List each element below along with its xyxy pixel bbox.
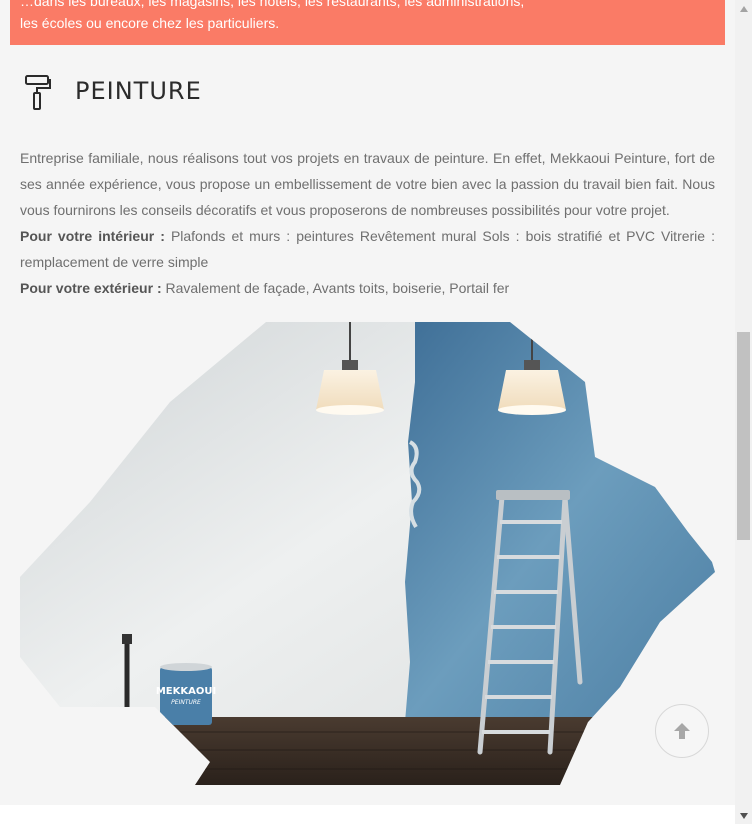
banner-text-line-2: les écoles ou encore chez les particulie… xyxy=(20,15,280,31)
interior-line: Pour votre intérieur : Plafonds et murs … xyxy=(20,223,715,275)
scroll-down-arrow-icon[interactable] xyxy=(735,807,752,824)
vertical-scrollbar[interactable] xyxy=(735,0,752,824)
arrow-up-icon xyxy=(674,723,690,739)
exterior-label: Pour votre extérieur : xyxy=(20,280,162,296)
section-description: Entreprise familiale, nous réalisons tou… xyxy=(20,145,715,301)
scrollbar-thumb[interactable] xyxy=(737,332,750,540)
can-label-sub: PEINTURE xyxy=(171,699,201,706)
exterior-line: Pour votre extérieur : Ravalement de faç… xyxy=(20,275,715,301)
scroll-up-arrow-icon[interactable] xyxy=(735,0,752,17)
intro-paragraph: Entreprise familiale, nous réalisons tou… xyxy=(20,150,715,218)
exterior-text: Ravalement de façade, Avants toits, bois… xyxy=(161,280,510,296)
can-label-brand: MEKKAOUI xyxy=(156,686,216,697)
painting-room-photo: MEKKAOUI PEINTURE xyxy=(20,322,715,785)
paint-roller-icon xyxy=(25,75,51,110)
scroll-to-top-button[interactable] xyxy=(655,704,709,758)
content-card: …dans les bureaux, les magasins, les hôt… xyxy=(0,0,735,805)
interior-label: Pour votre intérieur : xyxy=(20,228,165,244)
page: …dans les bureaux, les magasins, les hôt… xyxy=(0,0,735,824)
section-title: PEINTURE xyxy=(75,77,202,105)
info-banner: …dans les bureaux, les magasins, les hôt… xyxy=(10,0,725,45)
